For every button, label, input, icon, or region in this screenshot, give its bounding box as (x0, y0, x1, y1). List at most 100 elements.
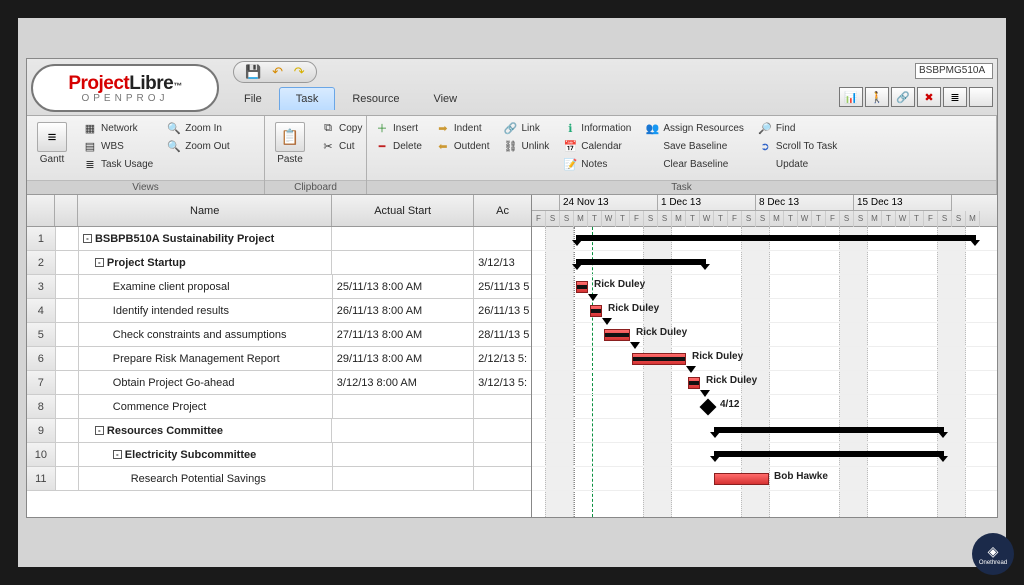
actual-start-cell[interactable] (333, 395, 474, 418)
actual-start-cell[interactable]: 27/11/13 8:00 AM (333, 323, 474, 346)
gantt-chart[interactable]: 24 Nov 131 Dec 138 Dec 1315 Dec 13 FSSMT… (532, 195, 997, 517)
actual-finish-cell[interactable]: 28/11/13 5 (474, 323, 531, 346)
actual-start-cell[interactable] (332, 419, 474, 442)
milestone[interactable] (700, 399, 717, 416)
notes-button[interactable]: 📝Notes (561, 156, 633, 172)
save-baseline-button[interactable]: Save Baseline (643, 138, 746, 154)
task-row-4[interactable]: 4 Identify intended results26/11/13 8:00 … (27, 299, 531, 323)
insert-button[interactable]: ＋Insert (373, 120, 424, 136)
unlink-button[interactable]: ⛓Unlink (502, 138, 552, 154)
row-number[interactable]: 10 (27, 443, 56, 466)
row-number[interactable]: 9 (27, 419, 56, 442)
task-row-6[interactable]: 6 Prepare Risk Management Report29/11/13 … (27, 347, 531, 371)
tab-view[interactable]: View (416, 87, 474, 110)
task-name-cell[interactable]: -BSBPB510A Sustainability Project (79, 227, 332, 250)
actual-finish-cell[interactable] (474, 467, 531, 490)
row-number[interactable]: 1 (27, 227, 56, 250)
actual-start-cell[interactable] (332, 227, 474, 250)
row-number[interactable]: 11 (27, 467, 56, 490)
row-number[interactable]: 6 (27, 347, 56, 370)
task-bar[interactable] (604, 329, 630, 341)
col-header-indicator[interactable] (55, 195, 78, 226)
chart-view-icon[interactable]: 📊 (839, 87, 863, 107)
calendar-button[interactable]: 📅Calendar (561, 138, 633, 154)
col-header-actual-start[interactable]: Actual Start (332, 195, 474, 226)
resource-view-icon[interactable]: 🚶 (865, 87, 889, 107)
paste-button[interactable]: 📋 Paste (271, 120, 309, 167)
actual-start-cell[interactable]: 3/12/13 8:00 AM (333, 371, 474, 394)
zoom-out-button[interactable]: 🔍Zoom Out (165, 138, 231, 154)
task-row-5[interactable]: 5 Check constraints and assumptions27/11/… (27, 323, 531, 347)
task-row-2[interactable]: 2-Project Startup3/12/13 (27, 251, 531, 275)
task-name-cell[interactable]: -Project Startup (79, 251, 332, 274)
actual-start-cell[interactable]: 26/11/13 8:00 AM (333, 299, 474, 322)
col-header-name[interactable]: Name (78, 195, 332, 226)
task-bar[interactable] (688, 377, 700, 389)
row-number[interactable]: 2 (27, 251, 56, 274)
task-bar[interactable] (590, 305, 602, 317)
summary-bar[interactable] (714, 451, 944, 457)
actual-finish-cell[interactable]: 25/11/13 5 (474, 275, 531, 298)
task-name-cell[interactable]: -Resources Committee (79, 419, 332, 442)
network-button[interactable]: ▦Network (81, 120, 155, 136)
tab-resource[interactable]: Resource (335, 87, 416, 110)
row-number[interactable]: 3 (27, 275, 56, 298)
row-number[interactable]: 5 (27, 323, 56, 346)
actual-start-cell[interactable]: 29/11/13 8:00 AM (333, 347, 474, 370)
update-button[interactable]: Update (756, 156, 839, 172)
save-icon[interactable]: 💾 (245, 64, 261, 80)
link-button[interactable]: 🔗Link (502, 120, 552, 136)
redo-icon[interactable]: ↷ (294, 64, 305, 80)
actual-start-cell[interactable] (332, 251, 474, 274)
undo-icon[interactable]: ↶ (272, 64, 283, 80)
row-number[interactable]: 8 (27, 395, 56, 418)
task-row-9[interactable]: 9 -Resources Committee (27, 419, 531, 443)
actual-start-cell[interactable] (333, 467, 474, 490)
task-name-cell[interactable]: Check constraints and assumptions (79, 323, 333, 346)
task-bar[interactable] (576, 281, 588, 293)
task-bar[interactable] (714, 473, 769, 485)
row-number[interactable]: 4 (27, 299, 56, 322)
actual-finish-cell[interactable]: 2/12/13 5: (474, 347, 531, 370)
actual-start-cell[interactable] (333, 443, 474, 466)
copy-button[interactable]: ⧉Copy (319, 120, 364, 136)
actual-finish-cell[interactable] (474, 443, 531, 466)
task-name-cell[interactable]: -Electricity Subcommittee (79, 443, 333, 466)
scroll-to-task-button[interactable]: ➲Scroll To Task (756, 138, 839, 154)
tab-task[interactable]: Task (279, 87, 336, 110)
task-name-cell[interactable]: Identify intended results (79, 299, 333, 322)
actual-finish-cell[interactable] (474, 419, 531, 442)
task-usage-button[interactable]: ≣Task Usage (81, 156, 155, 172)
task-row-11[interactable]: 11Research Potential Savings (27, 467, 531, 491)
outdent-button[interactable]: ⬅Outdent (434, 138, 492, 154)
summary-bar[interactable] (576, 235, 976, 241)
task-name-cell[interactable]: Obtain Project Go-ahead (79, 371, 333, 394)
task-row-10[interactable]: 10 -Electricity Subcommittee (27, 443, 531, 467)
col-header-number[interactable] (27, 195, 55, 226)
usage-view-icon[interactable]: ≣ (943, 87, 967, 107)
delete-button[interactable]: ━Delete (373, 138, 424, 154)
task-bar[interactable] (632, 353, 686, 365)
task-name-cell[interactable]: Prepare Risk Management Report (79, 347, 333, 370)
network-view-icon[interactable]: 🔗 (891, 87, 915, 107)
clear-baseline-button[interactable]: Clear Baseline (643, 156, 746, 172)
indent-button[interactable]: ➡Indent (434, 120, 492, 136)
remove-view-icon[interactable]: ✖ (917, 87, 941, 107)
blank-view-icon[interactable] (969, 87, 993, 107)
task-name-cell[interactable]: Examine client proposal (79, 275, 333, 298)
assign-resources-button[interactable]: 👥Assign Resources (643, 120, 746, 136)
task-name-cell[interactable]: Commence Project (79, 395, 333, 418)
task-row-1[interactable]: 1 -BSBPB510A Sustainability Project (27, 227, 531, 251)
wbs-button[interactable]: ▤WBS (81, 138, 155, 154)
task-grid[interactable]: Name Actual Start Ac 1-BSBPB510A Sustain… (27, 195, 532, 517)
information-button[interactable]: ℹInformation (561, 120, 633, 136)
task-row-8[interactable]: 8 Commence Project (27, 395, 531, 419)
actual-finish-cell[interactable]: 3/12/13 5: (474, 371, 531, 394)
actual-finish-cell[interactable] (474, 395, 531, 418)
actual-finish-cell[interactable]: 26/11/13 5 (474, 299, 531, 322)
gantt-button[interactable]: ≡ Gantt (33, 120, 71, 167)
task-row-7[interactable]: 7Obtain Project Go-ahead3/12/13 8:00 AM3… (27, 371, 531, 395)
summary-bar[interactable] (714, 427, 944, 433)
actual-finish-cell[interactable] (474, 227, 531, 250)
actual-start-cell[interactable]: 25/11/13 8:00 AM (333, 275, 474, 298)
